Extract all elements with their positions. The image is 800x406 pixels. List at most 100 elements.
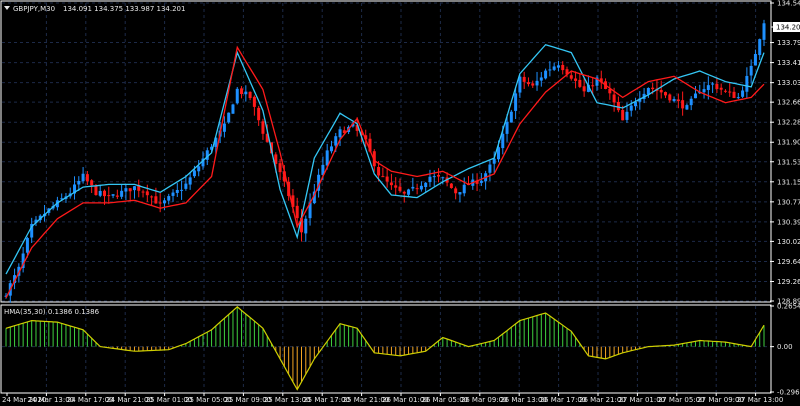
candle-body [711,83,715,85]
candle-body [561,64,565,71]
candle-body [612,94,616,103]
candle-body [441,177,445,179]
candle-body [385,176,389,182]
candle-body [141,191,145,193]
price-axis-label: 131.900 [777,139,800,147]
candle-body [424,182,428,188]
price-axis-label: 131.530 [777,158,800,166]
candle-body [706,85,710,90]
candle-body [432,176,436,178]
candle-body [180,189,184,191]
candle-body [719,87,723,90]
candle-body [681,100,685,109]
candle-body [389,182,393,186]
candle-body [154,196,158,204]
chart-background [0,0,800,406]
candle-body [753,53,757,66]
price-axis-label: 132.280 [777,119,800,127]
candle-body [415,188,419,190]
candle-body [509,111,513,123]
price-axis-label: 132.660 [777,99,800,107]
candle-body [514,93,518,111]
candle-body [672,98,676,102]
candle-body [381,176,385,178]
candle-body [132,186,136,191]
candle-body [526,82,530,85]
candle-body [419,185,423,190]
candle-body [402,191,406,194]
candle-body [449,183,453,188]
candle-body [454,188,458,194]
candle-body [745,75,749,92]
candle-body [556,65,560,68]
candle-body [94,185,98,196]
candle-body [552,66,556,70]
time-axis-label: 27 Mar 13:00 [737,396,784,404]
candle-body [334,136,338,146]
candle-body [175,189,179,193]
candle-body [338,129,342,138]
price-axis-label: 130.390 [777,218,800,226]
candle-body [398,186,402,191]
candle-body [732,91,736,99]
candle-body [77,180,81,185]
candle-body [749,65,753,76]
candle-body [437,174,441,177]
candle-body [501,133,505,149]
price-axis-label: 134.540 [777,0,800,8]
candle-body [479,180,483,183]
candle-body [492,158,496,164]
indicator-label: HMA(35,30) 0.1386 0.1386 [4,308,100,316]
candle-body [222,123,226,132]
candle-body [192,170,196,177]
candle-body [407,189,411,195]
candle-body [248,91,252,99]
indicator-axis-label: 0.00 [777,343,793,351]
candle-body [244,91,248,95]
candle-body [741,90,745,97]
candle-body [295,205,299,219]
price-axis-label: 133.790 [777,39,800,47]
candle-body [488,164,492,173]
candle-body [715,83,719,90]
candle-body [278,163,282,173]
candle-body [325,150,329,166]
candle-body [664,92,668,96]
current-price-label: 134.201 [776,24,800,32]
candle-body [591,85,595,87]
candle-body [81,173,85,182]
price-axis-label: 133.030 [777,79,800,87]
candle-body [574,78,578,81]
price-axis-label: 130.770 [777,198,800,206]
price-axis-label: 129.260 [777,278,800,286]
candle-body [685,105,689,110]
candle-body [227,112,231,123]
candle-body [90,180,94,186]
candle-body [329,146,333,152]
candle-body [462,184,466,194]
candle-body [85,174,89,182]
price-axis-label: 133.410 [777,59,800,67]
price-axis-label: 130.020 [777,238,800,246]
candle-body [428,176,432,183]
candle-body [758,39,762,56]
candle-body [167,196,171,201]
candle-body [676,99,680,102]
trading-chart[interactable]: 134.540 133.790 133.410 133.030 132.660 132.2… [0,0,800,406]
candle-body [252,96,256,107]
candle-body [689,98,693,106]
candle-body [107,195,111,197]
candle-body [616,101,620,111]
candle-body [394,185,398,188]
candle-body [235,88,239,104]
indicator-axis-label: 0.2654 [777,303,800,311]
candle-body [240,88,244,95]
candle-body [150,196,154,198]
candle-body [411,186,415,189]
candle-body [522,76,526,82]
candle-body [544,70,548,79]
candle-body [304,218,308,234]
candle-body [505,121,509,134]
candle-body [25,238,29,253]
candle-body [668,94,672,101]
